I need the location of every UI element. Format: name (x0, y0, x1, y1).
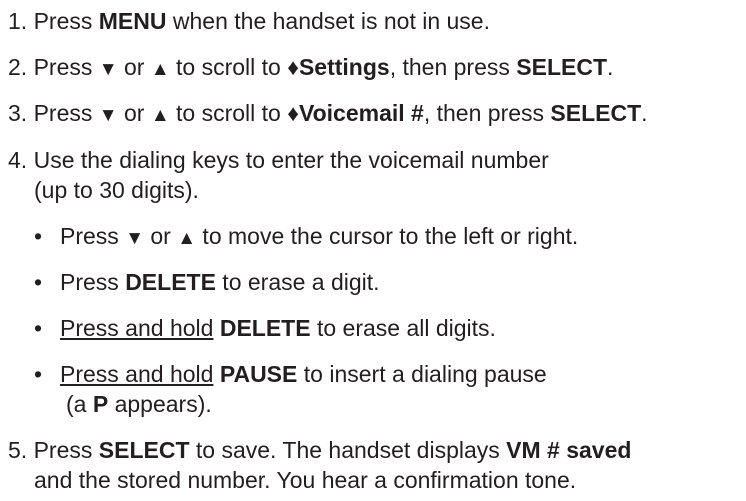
emphasis-text: Press and hold (60, 315, 214, 341)
body-text: or (144, 223, 178, 249)
key-label: DELETE (125, 269, 216, 295)
continuation-line: (up to 30 digits). (34, 176, 199, 204)
body-text: to move the cursor to the left or right. (196, 223, 579, 249)
step-item: 2. Press ▼ or ▲ to scroll to ♦Settings, … (8, 53, 613, 84)
down-arrow-icon: ▼ (125, 228, 144, 249)
body-text: . (641, 100, 648, 126)
body-text: , then press (423, 100, 551, 126)
body-text: or (117, 54, 151, 80)
body-text: to erase a digit. (215, 269, 380, 295)
step-item: 4. Use the dialing keys to enter the voi… (8, 146, 549, 174)
body-text: and the stored number. You hear a confir… (34, 467, 577, 493)
bullet-item: • Press ▼ or ▲ to move the cursor to the … (34, 222, 578, 253)
up-arrow-icon: ▲ (150, 105, 170, 126)
key-label: ♦Voicemail # (287, 100, 424, 126)
step-number: 5. (8, 437, 28, 463)
up-arrow-icon: ▲ (177, 228, 197, 249)
body-text: to scroll to (169, 54, 288, 80)
body-text: Use the dialing keys to enter the voicem… (27, 147, 549, 173)
step-number: 3. (8, 100, 28, 126)
body-text: to insert a dialing pause (297, 361, 547, 387)
step-number: 1. (8, 8, 28, 34)
body-text: to erase all digits. (310, 315, 496, 341)
step-number: 4. (8, 147, 28, 173)
bullet-icon: • (34, 361, 43, 387)
bullet-icon: • (34, 223, 43, 249)
emphasis-text: Press and hold (60, 361, 214, 387)
body-text: Press (27, 8, 99, 34)
body-text: or (117, 100, 151, 126)
bullet-item: • Press and hold DELETE to erase all digi… (34, 314, 496, 342)
body-text: . (607, 54, 614, 80)
instruction-document: 1. Press MENU when the handset is not in… (0, 0, 746, 501)
step-number: 2. (8, 54, 28, 80)
body-text: (a (66, 391, 93, 417)
key-label: P (92, 391, 109, 417)
key-label: SELECT (550, 100, 642, 126)
body-text: appears). (108, 391, 212, 417)
up-arrow-icon: ▲ (150, 59, 170, 80)
continuation-line: and the stored number. You hear a confir… (34, 466, 576, 494)
step-item: 1. Press MENU when the handset is not in… (8, 7, 490, 35)
step-item: 5. Press SELECT to save. The handset dis… (8, 436, 631, 464)
body-text: Press (60, 223, 126, 249)
body-text: (up to 30 digits). (34, 177, 199, 203)
step-item: 3. Press ▼ or ▲ to scroll to ♦Voicemail … (8, 99, 648, 130)
key-label: DELETE (219, 315, 311, 341)
bullet-item: • Press DELETE to erase a digit. (34, 268, 380, 296)
key-label: SELECT (98, 437, 190, 463)
body-text: Press (27, 100, 99, 126)
continuation-line: (a P appears). (66, 390, 212, 418)
body-text: Press (27, 54, 99, 80)
body-text: , then press (389, 54, 517, 80)
body-text: Press (27, 437, 99, 463)
key-label: ♦Settings (287, 54, 390, 80)
down-arrow-icon: ▼ (98, 59, 118, 80)
bullet-icon: • (34, 269, 43, 295)
key-label: VM # saved (506, 437, 632, 463)
key-label: PAUSE (219, 361, 298, 387)
key-label: SELECT (516, 54, 608, 80)
key-label: MENU (98, 8, 167, 34)
bullet-icon: • (34, 315, 43, 341)
body-text: to scroll to (169, 100, 288, 126)
down-arrow-icon: ▼ (98, 105, 118, 126)
body-text: Press (60, 269, 126, 295)
bullet-item: • Press and hold PAUSE to insert a dialin… (34, 360, 547, 388)
body-text: when the handset is not in use. (166, 8, 490, 34)
body-text: to save. The handset displays (189, 437, 507, 463)
